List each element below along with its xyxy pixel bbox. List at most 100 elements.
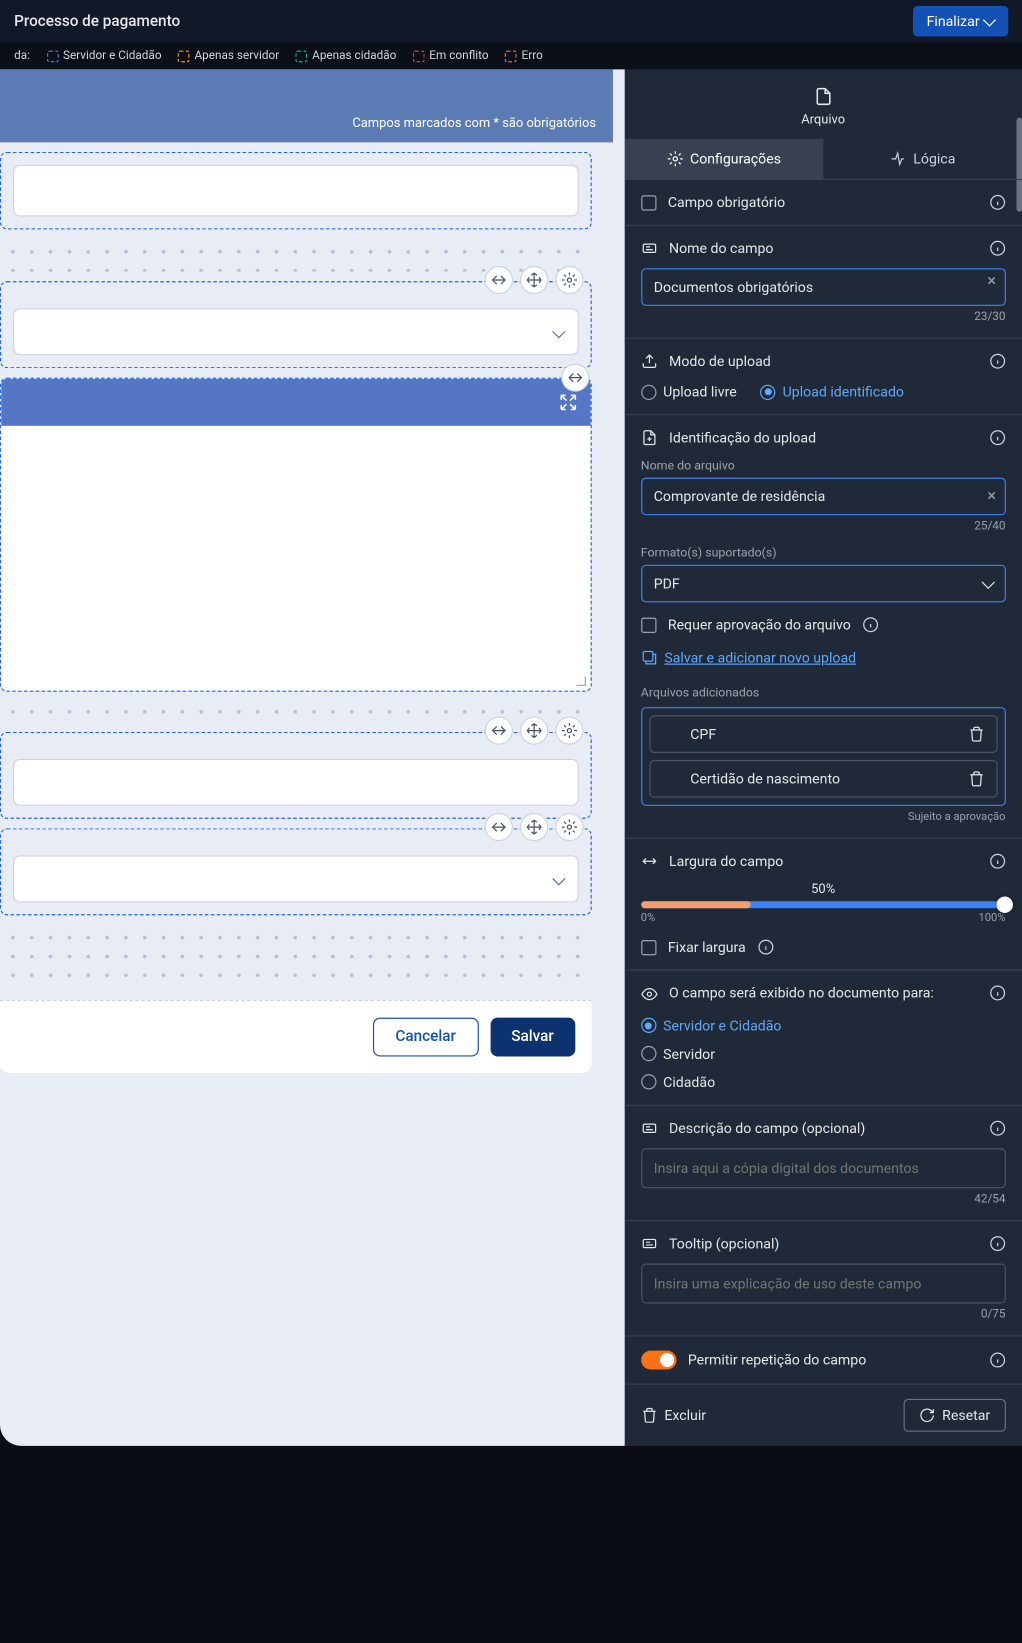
trash-icon[interactable] xyxy=(968,726,984,742)
upload-header xyxy=(1,379,590,426)
field-name-counter: 23/30 xyxy=(641,311,1006,324)
form-block-dropdown-2[interactable] xyxy=(0,828,591,915)
dropdown-field[interactable] xyxy=(13,855,579,902)
text-icon xyxy=(641,240,657,256)
radio-visibility-server[interactable]: Servidor xyxy=(641,1045,1006,1061)
section-field-name: Nome do campo × 23/30 xyxy=(624,225,1022,338)
clear-icon[interactable]: × xyxy=(987,487,996,506)
tooltip-input[interactable] xyxy=(641,1263,1006,1303)
info-icon[interactable] xyxy=(989,853,1005,869)
require-approval-label: Requer aprovação do arquivo xyxy=(668,616,851,632)
save-add-upload-link[interactable]: Salvar e adicionar novo upload xyxy=(641,649,1006,665)
file-item[interactable]: Certidão de nascimento xyxy=(649,760,997,798)
save-button[interactable]: Salvar xyxy=(490,1018,575,1057)
info-icon[interactable] xyxy=(758,939,774,955)
canvas[interactable]: Campos marcados com * são obrigatórios xyxy=(0,69,624,1445)
info-icon[interactable] xyxy=(989,1120,1005,1136)
dropdown-field[interactable] xyxy=(13,308,579,355)
clear-icon[interactable]: × xyxy=(987,272,996,291)
width-slider[interactable]: 50% 0%100% xyxy=(641,881,1006,925)
trash-icon[interactable] xyxy=(968,771,984,787)
radio-free-upload[interactable]: Upload livre xyxy=(641,384,737,400)
tab-configurations[interactable]: Configurações xyxy=(624,139,823,179)
require-approval-checkbox[interactable] xyxy=(641,617,656,632)
file-item[interactable]: CPF xyxy=(649,715,997,753)
sidebar-header-label: Arquivo xyxy=(624,112,1022,127)
info-icon[interactable] xyxy=(989,1235,1005,1251)
sidebar-footer: Excluir Resetar xyxy=(624,1383,1022,1445)
legend-item: Servidor e Cidadão xyxy=(46,49,161,62)
info-icon[interactable] xyxy=(989,240,1005,256)
gear-icon[interactable] xyxy=(555,813,583,841)
form-footer: Cancelar Salvar xyxy=(0,1000,591,1073)
resize-handle[interactable] xyxy=(575,675,587,687)
format-label: Formato(s) suportado(s) xyxy=(641,545,1006,560)
text-field[interactable] xyxy=(13,759,579,806)
legend-item: Apenas servidor xyxy=(178,49,279,62)
approval-note: Sujeito a aprovação xyxy=(641,811,1006,824)
move-in-icon[interactable] xyxy=(561,364,589,392)
upload-body[interactable] xyxy=(1,426,590,691)
delete-button[interactable]: Excluir xyxy=(641,1407,706,1423)
cancel-button[interactable]: Cancelar xyxy=(373,1018,478,1057)
info-icon[interactable] xyxy=(863,616,879,632)
dropzone-dots[interactable] xyxy=(0,925,591,991)
tooltip-counter: 0/75 xyxy=(641,1308,1006,1321)
reset-button[interactable]: Resetar xyxy=(903,1398,1005,1431)
file-name-counter: 25/40 xyxy=(641,520,1006,533)
drag-icon[interactable] xyxy=(520,813,548,841)
format-select[interactable]: PDF xyxy=(641,565,1006,603)
move-in-icon[interactable] xyxy=(484,813,512,841)
tooltip-label: Tooltip (opcional) xyxy=(669,1235,1005,1251)
description-label: Descrição do campo (opcional) xyxy=(669,1120,1005,1136)
tab-logic[interactable]: Lógica xyxy=(823,139,1022,179)
required-checkbox[interactable] xyxy=(641,195,656,210)
width-label: Largura do campo xyxy=(669,853,1005,869)
legend-item: Em conflito xyxy=(413,49,489,62)
description-input[interactable] xyxy=(641,1148,1006,1188)
trash-icon xyxy=(641,1407,657,1423)
section-upload-mode: Modo de upload Upload livre Upload ident… xyxy=(624,338,1022,414)
text-icon xyxy=(641,1235,657,1251)
move-in-icon[interactable] xyxy=(484,266,512,294)
drag-icon[interactable] xyxy=(520,266,548,294)
drag-handle-icon[interactable] xyxy=(662,771,678,787)
required-label: Campo obrigatório xyxy=(668,194,1006,210)
radio-identified-upload[interactable]: Upload identificado xyxy=(760,384,904,400)
drag-icon[interactable] xyxy=(520,716,548,744)
form-block-text[interactable] xyxy=(0,732,591,819)
fix-width-label: Fixar largura xyxy=(668,939,746,955)
upload-block[interactable] xyxy=(0,378,591,692)
repeat-toggle[interactable] xyxy=(641,1350,676,1369)
info-icon[interactable] xyxy=(989,194,1005,210)
topbar: Processo de pagamento Finalizar xyxy=(0,0,1022,42)
info-icon[interactable] xyxy=(989,1351,1005,1367)
expand-icon[interactable] xyxy=(557,392,578,413)
form-hero: Campos marcados com * são obrigatórios xyxy=(0,69,613,142)
sidebar-header: Arquivo xyxy=(624,69,1022,138)
info-icon[interactable] xyxy=(989,353,1005,369)
info-icon[interactable] xyxy=(989,985,1005,1001)
legend-item: Erro xyxy=(505,49,543,62)
radio-visibility-both[interactable]: Servidor e Cidadão xyxy=(641,1017,1006,1033)
file-name-input[interactable] xyxy=(641,478,1006,516)
chevron-down-icon xyxy=(552,872,565,885)
fix-width-checkbox[interactable] xyxy=(641,939,656,954)
move-in-icon[interactable] xyxy=(484,716,512,744)
finalize-button[interactable]: Finalizar xyxy=(912,6,1007,37)
section-visibility: O campo será exibido no documento para: … xyxy=(624,969,1022,1104)
text-icon xyxy=(641,1120,657,1136)
gear-icon[interactable] xyxy=(555,266,583,294)
drag-handle-icon[interactable] xyxy=(662,726,678,742)
section-tooltip: Tooltip (opcional) 0/75 xyxy=(624,1220,1022,1335)
gear-icon[interactable] xyxy=(555,716,583,744)
upload-icon xyxy=(641,353,657,369)
form-block-dropdown[interactable] xyxy=(0,281,591,368)
info-icon[interactable] xyxy=(989,429,1005,445)
field-name-input[interactable] xyxy=(641,268,1006,306)
added-files-list: CPF Certidão de nascimento xyxy=(641,707,1006,806)
form-block[interactable] xyxy=(0,152,591,230)
slider-thumb[interactable] xyxy=(996,896,1012,912)
radio-visibility-citizen[interactable]: Cidadão xyxy=(641,1074,1006,1090)
description-counter: 42/54 xyxy=(641,1192,1006,1205)
